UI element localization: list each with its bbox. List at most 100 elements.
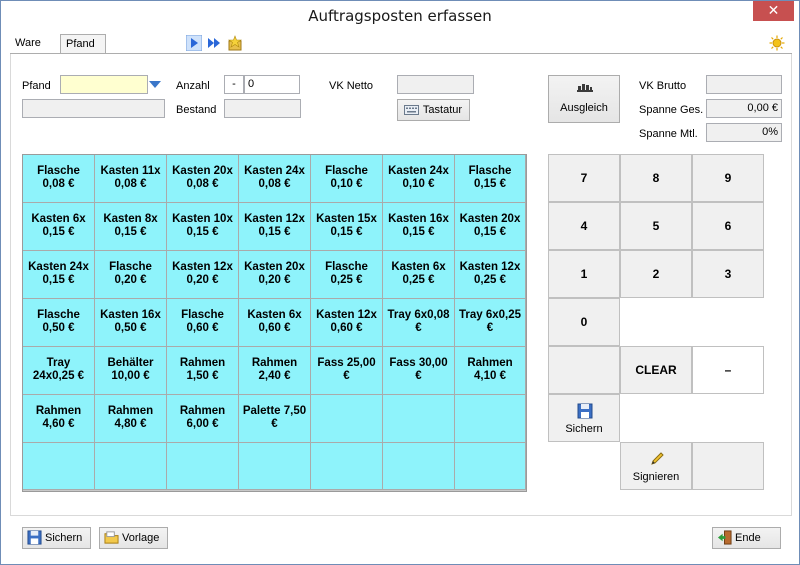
signieren-label: Signieren	[632, 471, 680, 483]
play-icon[interactable]	[186, 35, 202, 51]
pfand-item-button[interactable]: Rahmen 4,10 €	[455, 347, 526, 395]
spanne-ges-field: 0,00 €	[706, 99, 782, 118]
ausgleich-label: Ausgleich	[560, 102, 608, 114]
pfand-empty-slot	[311, 395, 383, 443]
pfand-empty-slot	[455, 443, 526, 490]
tastatur-label: Tastatur	[422, 104, 463, 116]
pfand-item-button[interactable]: Kasten 12x 0,60 €	[311, 299, 383, 347]
pfand-item-button[interactable]: Kasten 6x 0,25 €	[383, 251, 455, 299]
keypad-blank-left	[548, 346, 620, 394]
pencil-icon	[651, 452, 664, 465]
pfand-item-button[interactable]: Kasten 12x 0,15 €	[239, 203, 311, 251]
pfand-empty-slot	[383, 443, 455, 490]
numeric-keypad: 7 8 9 4 5 6 1 2 3 0 CLEAR – Sichern Sign…	[548, 154, 764, 492]
sun-icon[interactable]	[769, 35, 785, 51]
spanne-mtl-label: Spanne Mtl.	[639, 128, 698, 140]
sichern-label: Sichern	[45, 532, 83, 544]
vk-brutto-label: VK Brutto	[639, 80, 687, 92]
pfand-item-button[interactable]: Flasche 0,25 €	[311, 251, 383, 299]
sichern-button[interactable]: Sichern	[22, 527, 91, 549]
key-4[interactable]: 4	[548, 202, 620, 250]
pfand-item-button[interactable]: Kasten 8x 0,15 €	[95, 203, 167, 251]
anzahl-sign-button[interactable]: -	[224, 75, 244, 94]
keypad-sichern-button[interactable]: Sichern	[548, 394, 620, 442]
pfand-item-button[interactable]: Kasten 10x 0,15 €	[167, 203, 239, 251]
key-0[interactable]: 0	[548, 298, 620, 346]
pfand-item-button[interactable]: Tray 6x0,08 €	[383, 299, 455, 347]
key-8[interactable]: 8	[620, 154, 692, 202]
pfand-item-button[interactable]: Flasche 0,15 €	[455, 155, 526, 203]
vk-netto-label: VK Netto	[329, 80, 374, 92]
pfand-item-button[interactable]: Kasten 16x 0,50 €	[95, 299, 167, 347]
pfand-item-button[interactable]: Flasche 0,08 €	[23, 155, 95, 203]
pfand-item-button[interactable]: Kasten 6x 0,60 €	[239, 299, 311, 347]
key-2[interactable]: 2	[620, 250, 692, 298]
signieren-button[interactable]: Signieren	[620, 442, 692, 490]
title-bar: Auftragsposten erfassen ✕	[1, 1, 799, 32]
pfand-empty-slot	[167, 443, 239, 490]
pfand-item-button[interactable]: Rahmen 6,00 €	[167, 395, 239, 443]
main-window: Auftragsposten erfassen ✕ Ware Pfand Pfa…	[0, 0, 800, 565]
pfand-item-button[interactable]: Behälter 10,00 €	[95, 347, 167, 395]
key-6[interactable]: 6	[692, 202, 764, 250]
keyboard-icon	[404, 105, 419, 115]
bestand-field	[224, 99, 301, 118]
pfand-item-button[interactable]: Kasten 12x 0,20 €	[167, 251, 239, 299]
footer-divider	[10, 515, 792, 516]
pfand-empty-slot	[95, 443, 167, 490]
pfand-item-button[interactable]: Fass 25,00 €	[311, 347, 383, 395]
pfand-item-button[interactable]: Kasten 24x 0,15 €	[23, 251, 95, 299]
clear-button[interactable]: CLEAR	[620, 346, 692, 394]
pfand-item-button[interactable]: Fass 30,00 €	[383, 347, 455, 395]
tab-ware[interactable]: Ware	[10, 34, 52, 54]
ende-label: Ende	[735, 532, 761, 544]
window-title: Auftragsposten erfassen	[308, 7, 492, 25]
pfand-item-button[interactable]: Kasten 20x 0,15 €	[455, 203, 526, 251]
anzahl-input[interactable]: 0	[244, 75, 300, 94]
exit-door-icon	[717, 530, 732, 545]
key-9[interactable]: 9	[692, 154, 764, 202]
key-7[interactable]: 7	[548, 154, 620, 202]
tastatur-button[interactable]: Tastatur	[397, 99, 470, 121]
pfand-item-button[interactable]: Kasten 20x 0,08 €	[167, 155, 239, 203]
pfand-item-button[interactable]: Kasten 6x 0,15 €	[23, 203, 95, 251]
pfand-item-button[interactable]: Kasten 24x 0,10 €	[383, 155, 455, 203]
minus-button[interactable]: –	[692, 346, 764, 394]
pfand-item-button[interactable]: Kasten 11x 0,08 €	[95, 155, 167, 203]
pfand-item-button[interactable]: Palette 7,50 €	[239, 395, 311, 443]
pfand-item-button[interactable]: Rahmen 2,40 €	[239, 347, 311, 395]
pfand-item-button[interactable]: Tray 6x0,25 €	[455, 299, 526, 347]
pfand-empty-slot	[455, 395, 526, 443]
key-1[interactable]: 1	[548, 250, 620, 298]
key-3[interactable]: 3	[692, 250, 764, 298]
save-icon	[27, 530, 42, 545]
pfand-item-button[interactable]: Kasten 24x 0,08 €	[239, 155, 311, 203]
vorlage-button[interactable]: Vorlage	[99, 527, 168, 549]
tab-pfand[interactable]: Pfand	[60, 34, 106, 54]
ende-button[interactable]: Ende	[712, 527, 781, 549]
pfand-item-button[interactable]: Kasten 12x 0,25 €	[455, 251, 526, 299]
pfand-label: Pfand	[22, 80, 51, 92]
pfand-item-button[interactable]: Kasten 20x 0,20 €	[239, 251, 311, 299]
fast-forward-icon[interactable]	[206, 35, 222, 51]
pfand-item-button[interactable]: Kasten 15x 0,15 €	[311, 203, 383, 251]
key-5[interactable]: 5	[620, 202, 692, 250]
folder-icon	[104, 531, 119, 544]
pfand-item-button[interactable]: Tray 24x0,25 €	[23, 347, 95, 395]
pfand-item-button[interactable]: Flasche 0,10 €	[311, 155, 383, 203]
pfand-item-button[interactable]: Rahmen 4,80 €	[95, 395, 167, 443]
star-folder-icon[interactable]	[227, 35, 243, 51]
pfand-item-button[interactable]: Rahmen 4,60 €	[23, 395, 95, 443]
pfand-select[interactable]	[60, 75, 148, 94]
scale-icon	[577, 84, 593, 92]
pfand-item-button[interactable]: Flasche 0,60 €	[167, 299, 239, 347]
ausgleich-button[interactable]: Ausgleich	[548, 75, 620, 123]
pfand-item-button[interactable]: Flasche 0,20 €	[95, 251, 167, 299]
close-button[interactable]: ✕	[753, 1, 794, 21]
pfand-item-button[interactable]: Kasten 16x 0,15 €	[383, 203, 455, 251]
pfand-item-button[interactable]: Flasche 0,50 €	[23, 299, 95, 347]
spanne-ges-label: Spanne Ges.	[639, 104, 704, 116]
pfand-item-button[interactable]: Rahmen 1,50 €	[167, 347, 239, 395]
chevron-down-icon[interactable]	[149, 81, 161, 89]
vk-netto-field	[397, 75, 474, 94]
